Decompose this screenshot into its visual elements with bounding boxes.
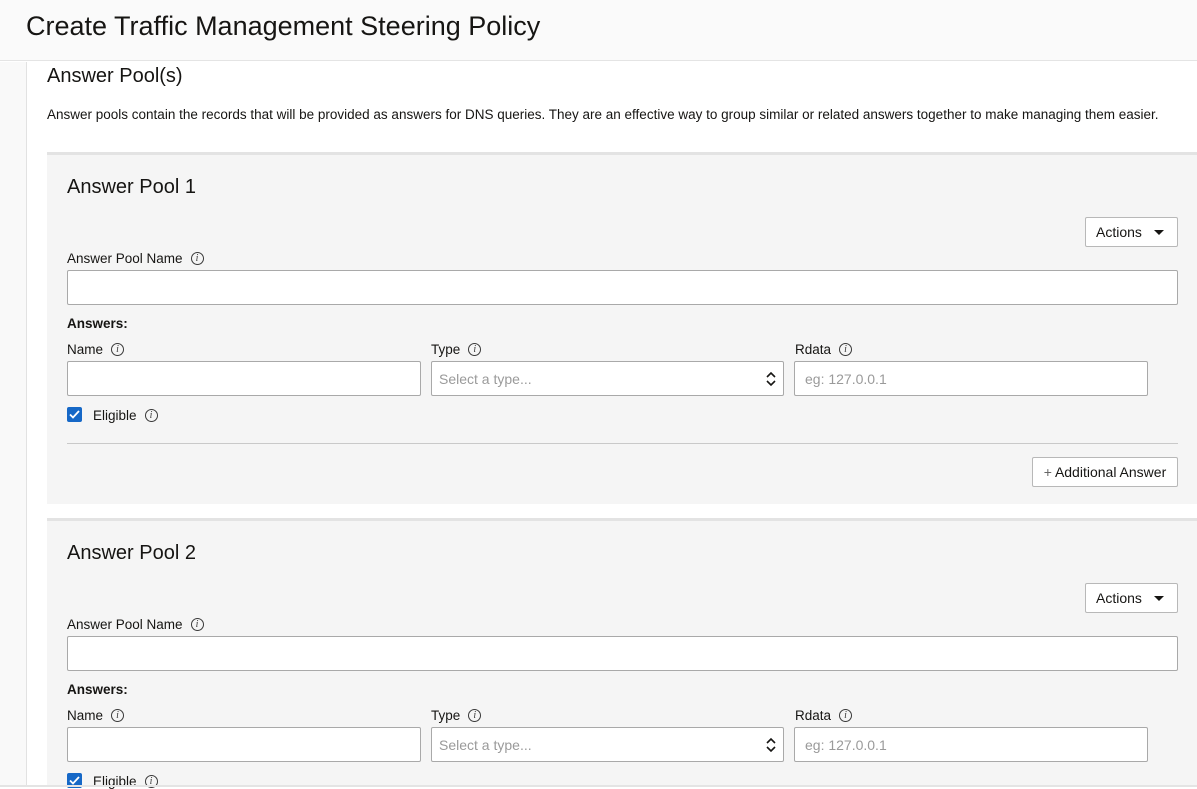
section-description: Answer pools contain the records that wi… [47,107,1159,122]
answers-label: Answers: [67,316,128,331]
pool-title: Answer Pool 1 [67,176,196,198]
info-icon[interactable]: i [190,618,204,631]
plus-icon: + [1043,464,1052,480]
section-title: Answer Pool(s) [47,65,183,87]
pool-divider [67,443,1178,444]
answer-pool-2: Answer Pool 2 Actions Answer Pool Name i… [47,518,1197,789]
eligible-checkbox[interactable] [67,407,82,422]
pool-title: Answer Pool 2 [67,542,196,564]
info-icon[interactable]: i [468,343,482,356]
info-icon[interactable]: i [468,709,482,722]
answer-type-label: Type i [431,342,482,357]
info-icon[interactable]: i [190,252,204,265]
additional-answer-button[interactable]: + Additional Answer [1032,457,1178,487]
caret-down-icon [1153,595,1164,601]
type-placeholder: Select a type... [439,370,532,387]
left-rail [0,62,27,787]
rdata-label: Rdata i [795,342,853,357]
caret-down-icon [1153,229,1164,235]
pool-name-input[interactable] [67,270,1178,305]
answer-name-input[interactable] [67,727,421,762]
pool-name-input[interactable] [67,636,1178,671]
info-icon[interactable]: i [111,709,125,722]
answers-label: Answers: [67,682,128,697]
select-arrows-icon [766,371,776,387]
info-icon[interactable]: i [839,709,853,722]
actions-button[interactable]: Actions [1085,583,1178,613]
info-icon[interactable]: i [111,343,125,356]
rdata-label: Rdata i [795,708,853,723]
check-icon [69,410,80,419]
select-arrows-icon [766,737,776,753]
pool-name-label: Answer Pool Name i [67,617,204,632]
page-header: Create Traffic Management Steering Polic… [0,0,1197,61]
answer-pool-1: Answer Pool 1 Actions Answer Pool Name i… [47,152,1197,504]
info-icon[interactable]: i [839,343,853,356]
answer-name-label: Name i [67,342,125,357]
type-placeholder: Select a type... [439,736,532,753]
answer-type-select[interactable]: Select a type... [431,361,784,396]
answer-name-label: Name i [67,708,125,723]
eligible-label: Eligible i [93,408,158,423]
info-icon[interactable]: i [144,409,158,422]
pool-name-label: Answer Pool Name i [67,251,204,266]
answer-name-input[interactable] [67,361,421,396]
actions-label: Actions [1096,590,1142,606]
page-title: Create Traffic Management Steering Polic… [26,11,541,41]
answer-type-label: Type i [431,708,482,723]
rdata-input[interactable] [794,361,1148,396]
check-icon [69,776,80,785]
rdata-input[interactable] [794,727,1148,762]
actions-label: Actions [1096,224,1142,240]
answer-type-select[interactable]: Select a type... [431,727,784,762]
actions-button[interactable]: Actions [1085,217,1178,247]
